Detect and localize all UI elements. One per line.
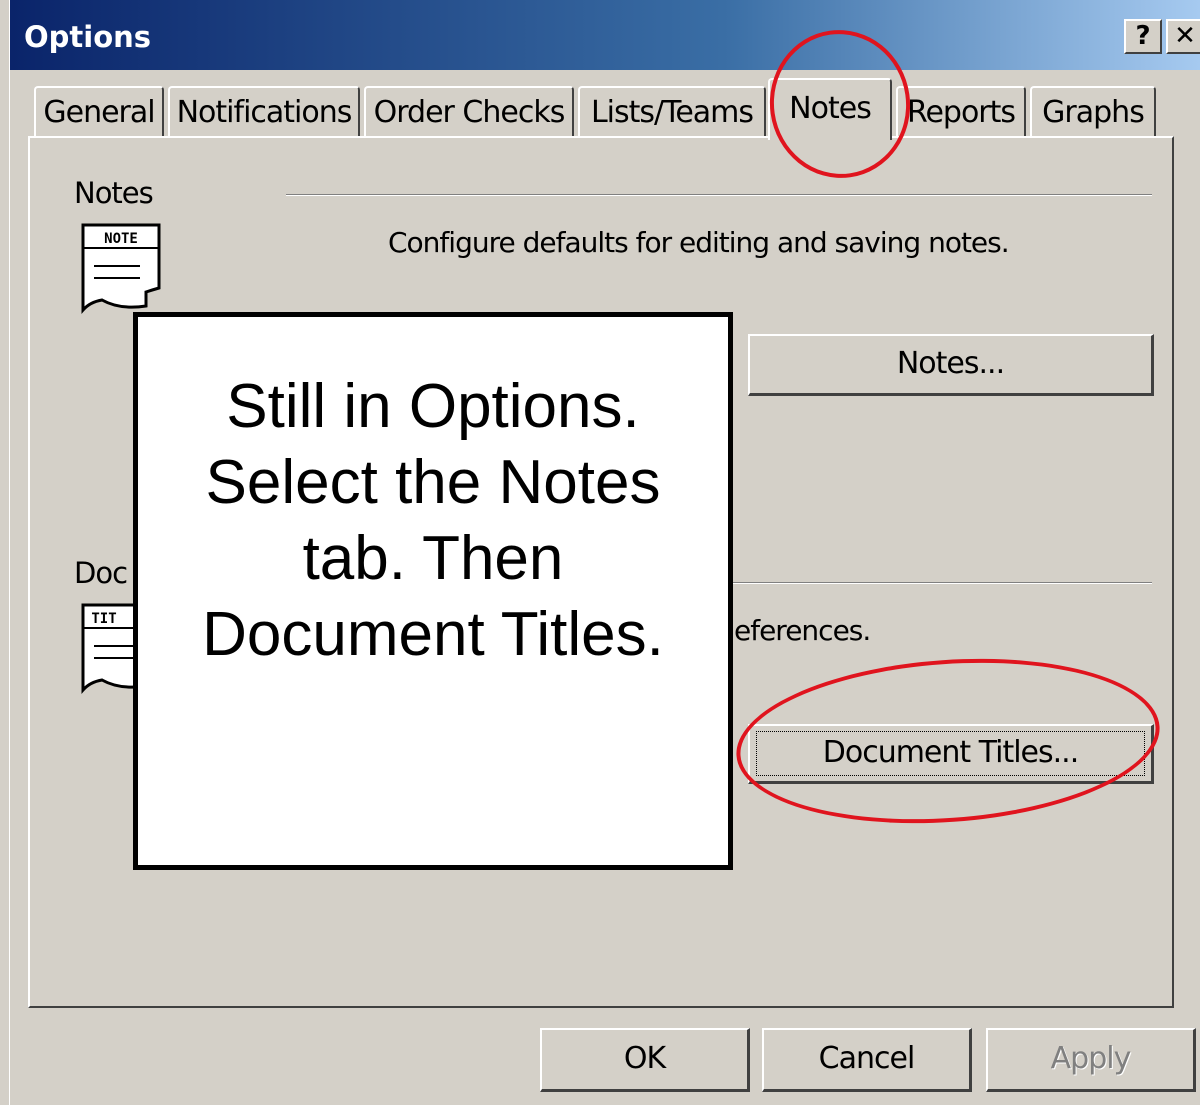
- instruction-line: Still in Options.: [226, 372, 640, 441]
- cancel-button[interactable]: Cancel: [762, 1028, 972, 1092]
- instruction-text: Still in Options. Select the Notes tab. …: [172, 369, 694, 673]
- help-button[interactable]: ?: [1124, 19, 1162, 54]
- note-icon-text: NOTE: [104, 231, 138, 247]
- instruction-line: tab. Then: [302, 524, 564, 593]
- notes-button-label: Notes...: [896, 346, 1005, 381]
- notes-group-label: Notes: [74, 176, 154, 210]
- instruction-callout: Still in Options. Select the Notes tab. …: [133, 312, 733, 870]
- close-button[interactable]: ✕: [1166, 19, 1200, 54]
- notes-button[interactable]: Notes...: [748, 334, 1154, 396]
- tab-reports[interactable]: Reports: [896, 86, 1026, 138]
- document-group-label: Doc: [74, 556, 128, 590]
- title-icon-text: TIT: [91, 611, 116, 627]
- instruction-line: Select the Notes: [205, 448, 661, 517]
- notes-group-divider: [286, 194, 1152, 196]
- window-left-edge: [0, 0, 10, 1105]
- tab-notifications[interactable]: Notifications: [168, 86, 360, 138]
- instruction-line: Document Titles.: [202, 600, 664, 669]
- notes-description: Configure defaults for editing and savin…: [388, 226, 1010, 259]
- tab-order-checks[interactable]: Order Checks: [364, 86, 574, 138]
- tab-general[interactable]: General: [34, 86, 164, 138]
- tab-lists-teams[interactable]: Lists/Teams: [578, 86, 766, 138]
- document-description: eferences.: [734, 614, 871, 647]
- window-title: Options: [24, 20, 152, 54]
- document-group-divider: [730, 582, 1152, 584]
- ok-button[interactable]: OK: [540, 1028, 750, 1092]
- apply-button[interactable]: Apply: [986, 1028, 1196, 1092]
- note-document-icon: NOTE: [81, 223, 161, 314]
- tab-graphs[interactable]: Graphs: [1030, 86, 1156, 138]
- title-bar[interactable]: Options ? ✕: [10, 0, 1200, 70]
